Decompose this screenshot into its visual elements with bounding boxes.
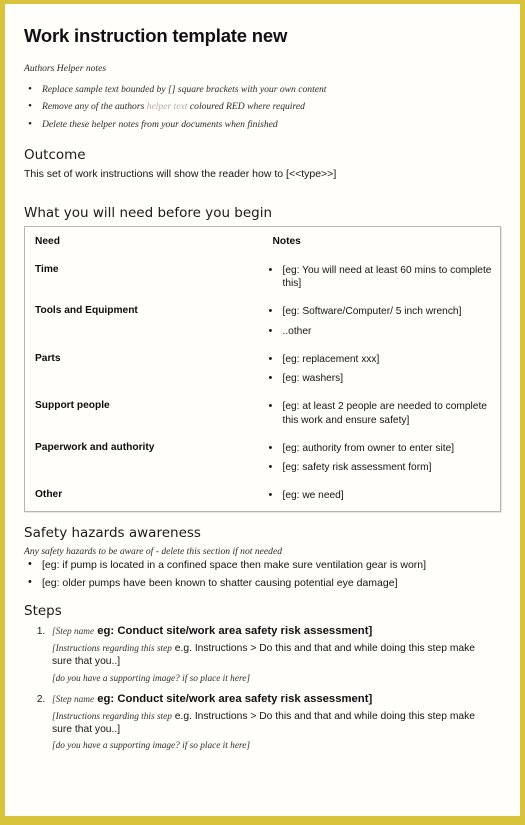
need-label-cell: Other [35, 489, 63, 501]
step-instructions: [Instructions regarding this step e.g. I… [52, 710, 501, 737]
note-text-faded: helper text [146, 101, 188, 113]
step-title-placeholder: [Step name [52, 627, 95, 638]
safety-hazards-list: [eg: if pump is located in a confined sp… [24, 557, 501, 590]
authors-helper-notes-list: Replace sample text bounded by [] square… [24, 82, 501, 133]
need-label-cell: Support people [35, 400, 110, 412]
safety-hazards-section: Safety hazards awareness Any safety haza… [24, 525, 501, 591]
safety-hazards-heading: Safety hazards awareness [24, 524, 201, 541]
table-row: Paperwork and authority [eg: authority fr… [25, 435, 500, 483]
table-row: Other [eg: we need] [25, 482, 500, 510]
steps-list: [Step name eg: Conduct site/work area sa… [24, 624, 501, 753]
note-text-lead: Replace sample text bounded by [] square… [42, 83, 327, 95]
outcome-section: Outcome This set of work instructions wi… [24, 147, 501, 181]
outcome-text: This set of work instructions will show … [24, 167, 337, 180]
need-notes-cell: [eg: replacement xxx] [eg: washers] [263, 346, 501, 394]
step-image-note-bracket: ] [246, 740, 251, 752]
note-text-lead: Remove any of the authors [42, 101, 147, 113]
step-item: [Step name eg: Conduct site/work area sa… [48, 692, 501, 753]
need-notes-list: [eg: authority from owner to enter site]… [263, 441, 495, 475]
need-notes-list: [eg: Software/Computer/ 5 inch wrench]..… [263, 304, 495, 339]
need-notes-list: [eg: replacement xxx] [eg: washers] [263, 352, 495, 386]
need-note-item: ..other [263, 324, 495, 339]
step-title-placeholder: [Step name [52, 694, 95, 705]
need-label-cell: Paperwork and authority [35, 441, 155, 453]
needs-table-body: Time [eg: You will need at least 60 mins … [25, 257, 500, 511]
needs-table: Need Notes Time [eg: You will need at lea… [25, 227, 500, 511]
step-image-placeholder-note: [do you have a supporting image? if so p… [52, 740, 501, 752]
steps-heading: Steps [24, 603, 62, 620]
need-label-cell: Parts [35, 352, 61, 364]
authors-helper-note-item: Remove any of the authors helper text co… [24, 99, 501, 115]
table-row: Time [eg: You will need at least 60 mins … [25, 257, 500, 299]
need-notes-list: [eg: we need] [263, 488, 495, 503]
need-notes-list: [eg: You will need at least 60 mins to c… [263, 263, 495, 291]
need-label-cell: Time [35, 263, 59, 275]
need-notes-list: [eg: at least 2 people are needed to com… [263, 399, 495, 427]
outcome-heading: Outcome [24, 146, 86, 163]
need-notes-cell: [eg: we need] [263, 482, 501, 510]
step-item: [Step name eg: Conduct site/work area sa… [48, 624, 501, 685]
need-notes-cell: [eg: at least 2 people are needed to com… [263, 393, 501, 435]
column-header-need: Need [35, 235, 60, 247]
needs-section: What you will need before you begin Need… [24, 205, 501, 512]
column-header-notes: Notes [272, 235, 301, 247]
need-label-cell: Tools and Equipment [35, 305, 138, 317]
step-title: [Step name eg: Conduct site/work area sa… [52, 692, 501, 707]
authors-helper-note-item: Delete these helper notes from your docu… [24, 116, 501, 132]
step-title-example: eg: Conduct site/work area safety risk a… [94, 692, 373, 705]
need-note-item: [eg: authority from owner to enter site] [263, 441, 495, 456]
safety-hazards-helper-note: Any safety hazards to be aware of - dele… [24, 545, 283, 557]
need-note-item: [eg: washers] [263, 371, 495, 386]
need-note-item: [eg: Software/Computer/ 5 inch wrench] [263, 304, 495, 319]
needs-heading: What you will need before you begin [24, 205, 273, 221]
step-image-note-text: [do you have a supporting image? if so p… [52, 741, 247, 752]
table-row: Parts [eg: replacement xxx] [eg: washers] [25, 346, 500, 394]
safety-hazard-item: [eg: if pump is located in a confined sp… [24, 557, 501, 572]
need-notes-cell: [eg: Software/Computer/ 5 inch wrench]..… [263, 298, 501, 346]
step-image-note-bracket: ] [246, 672, 251, 684]
table-header-row: Need Notes [25, 227, 500, 257]
document-body: Work instruction template new Authors He… [6, 5, 519, 770]
need-note-item: [eg: we need] [263, 488, 495, 503]
step-title: [Step name eg: Conduct site/work area sa… [52, 624, 501, 639]
step-image-placeholder-note: [do you have a supporting image? if so p… [52, 673, 501, 685]
document-page: Work instruction template new Authors He… [5, 4, 520, 816]
step-image-note-text: [do you have a supporting image? if so p… [52, 673, 247, 684]
step-title-example: eg: Conduct site/work area safety risk a… [94, 625, 373, 638]
needs-table-header: Need Notes [25, 227, 500, 257]
need-note-item: [eg: You will need at least 60 mins to c… [263, 263, 495, 291]
table-row: Tools and Equipment [eg: Software/Compute… [25, 298, 500, 346]
table-row: Support people [eg: at least 2 people are… [25, 393, 500, 435]
note-text-tail: coloured RED where required [187, 101, 305, 113]
safety-hazard-item: [eg: older pumps have been known to shat… [24, 575, 501, 590]
step-instructions: [Instructions regarding this step e.g. I… [52, 642, 501, 669]
document-page-frame: Work instruction template new Authors He… [0, 0, 525, 825]
step-instructions-placeholder: [Instructions regarding this step [52, 711, 172, 722]
needs-table-container: Need Notes Time [eg: You will need at lea… [24, 225, 501, 512]
need-notes-cell: [eg: You will need at least 60 mins to c… [263, 257, 501, 299]
need-note-item: [eg: at least 2 people are needed to com… [263, 399, 495, 427]
step-instructions-placeholder: [Instructions regarding this step [52, 643, 172, 654]
authors-helper-notes-heading: Authors Helper notes [24, 63, 107, 75]
steps-section: Steps [Step name eg: Conduct site/work a… [24, 603, 501, 753]
page-title: Work instruction template new [24, 25, 288, 46]
need-note-item: [eg: replacement xxx] [263, 352, 495, 367]
authors-helper-note-item: Replace sample text bounded by [] square… [24, 82, 501, 98]
note-text-lead: Delete these helper notes from your docu… [42, 118, 278, 130]
authors-helper-notes-section: Authors Helper notes Replace sample text… [24, 62, 501, 133]
need-notes-cell: [eg: authority from owner to enter site]… [263, 435, 501, 483]
need-note-item: [eg: safety risk assessment form] [263, 460, 495, 475]
